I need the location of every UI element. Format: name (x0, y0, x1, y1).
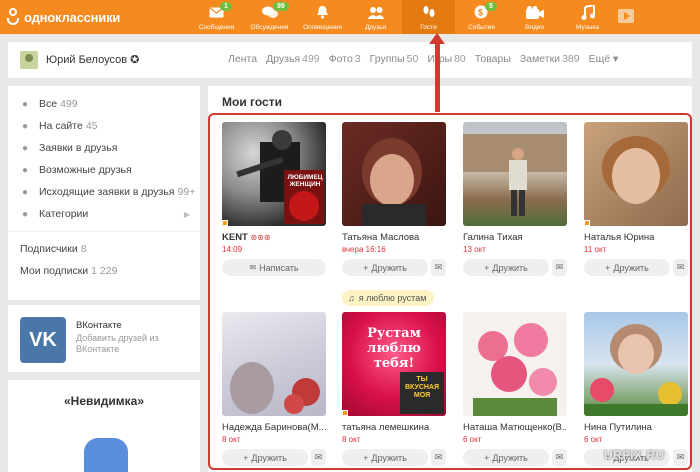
profile-name[interactable]: Юрий Белоусов ✪ (46, 53, 139, 66)
nav-friends[interactable]: Друзья (349, 0, 402, 34)
bell-icon (313, 4, 333, 20)
sidebar-item-possible[interactable]: ● Возможные друзья (8, 159, 200, 181)
people-icon: ● (21, 208, 29, 220)
nav-label: Друзья (364, 24, 387, 31)
music-note-icon (578, 4, 598, 20)
nav-badge-messages: 1 (220, 2, 232, 11)
people-icon: ● (21, 98, 29, 110)
person-add-icon: ● (21, 142, 29, 154)
person-outgoing-icon: ● (21, 186, 29, 198)
page-title: Мои гости (222, 95, 282, 109)
highlight-frame (208, 113, 692, 470)
nav-music[interactable]: Музыка (561, 0, 614, 34)
arrow-head-icon (429, 33, 445, 44)
nav-discussions[interactable]: 99 Обсуждения (243, 0, 296, 34)
vk-title: ВКонтакте (76, 320, 122, 331)
play-icon[interactable] (618, 9, 634, 23)
vk-description: Добавить друзей из ВКонтакте (76, 333, 159, 354)
video-camera-icon (525, 4, 545, 20)
nav-messages[interactable]: 1 Сообщения (190, 0, 243, 34)
divider (8, 231, 200, 232)
nav-label: Видео (525, 24, 544, 31)
vk-logo-icon: VK (20, 317, 66, 363)
main-nav: 1 Сообщения 99 Обсуждения Оповещения Дру… (190, 0, 614, 34)
tab-friends[interactable]: Друзья 499 (266, 53, 320, 65)
tab-games[interactable]: Игры80 (427, 53, 465, 65)
nav-label: Гости (420, 24, 437, 31)
profile-bar: Юрий Белоусов ✪ Лента Друзья 499 Фото 3 Гр… (8, 42, 692, 78)
nav-badge-events: 5 (485, 2, 497, 11)
top-bar: одноклассники 1 Сообщения 99 Обсуждения … (0, 0, 700, 34)
invisible-figure-icon (84, 438, 128, 472)
watermark: URFIX.RU (604, 448, 665, 462)
sidebar-item-outgoing[interactable]: ● Исходящие заявки в друзья 99+ (8, 181, 200, 203)
person-search-icon: ● (21, 164, 29, 176)
ok-logo-icon (6, 8, 20, 26)
logo[interactable]: одноклассники (6, 7, 120, 27)
nav-label: Оповещения (303, 24, 342, 31)
nav-label: Обсуждения (250, 24, 289, 31)
nav-notifications[interactable]: Оповещения (296, 0, 349, 34)
vk-import-card[interactable]: VK ВКонтакте Добавить друзей из ВКонтакт… (8, 305, 200, 372)
tab-feed[interactable]: Лента (228, 53, 257, 65)
tab-goods[interactable]: Товары (475, 53, 511, 65)
nav-video[interactable]: Видео (508, 0, 561, 34)
sidebar-item-all[interactable]: ● Все 499 (8, 93, 200, 115)
tab-notes[interactable]: Заметки 389 (520, 53, 580, 65)
tab-photos[interactable]: Фото 3 (329, 53, 361, 65)
nav-events[interactable]: $ 5 События (455, 0, 508, 34)
sidebar-item-requests[interactable]: ● Заявки в друзья (8, 137, 200, 159)
friends-icon (366, 4, 386, 20)
chevron-right-icon: ▶ (183, 209, 190, 219)
sidebar-item-subscriptions[interactable]: Мои подписки 1 229 (8, 260, 200, 282)
nav-badge-discussions: 99 (273, 2, 289, 11)
avatar[interactable] (20, 51, 38, 69)
nav-label: Сообщения (198, 24, 235, 31)
svg-text:$: $ (478, 8, 483, 18)
profile-tabs: Лента Друзья499 Фото3 Группы50 Игры80 То… (228, 53, 618, 65)
invisible-promo-card[interactable]: «Невидимка» (8, 380, 200, 472)
footprints-icon (419, 4, 439, 20)
tab-more[interactable]: Ещё ▾ (589, 53, 619, 65)
tab-groups[interactable]: Группы 50 (370, 53, 419, 65)
invisible-title: «Невидимка» (64, 394, 144, 408)
nav-label: Музыка (576, 24, 599, 31)
nav-label: События (468, 24, 495, 31)
friends-sidebar: ● Все 499 ● На сайте 45 ● Заявки в друзья ● Во… (8, 86, 200, 300)
sidebar-item-categories[interactable]: ● Категории ▶ (8, 203, 200, 225)
person-online-icon: ● (21, 120, 29, 132)
sidebar-item-online[interactable]: ● На сайте 45 (8, 115, 200, 137)
nav-guests[interactable]: Гости (402, 0, 455, 34)
arrow-annotation (435, 40, 440, 112)
brand-name: одноклассники (24, 9, 121, 25)
sidebar-item-subscribers[interactable]: Подписчики 8 (8, 238, 200, 260)
